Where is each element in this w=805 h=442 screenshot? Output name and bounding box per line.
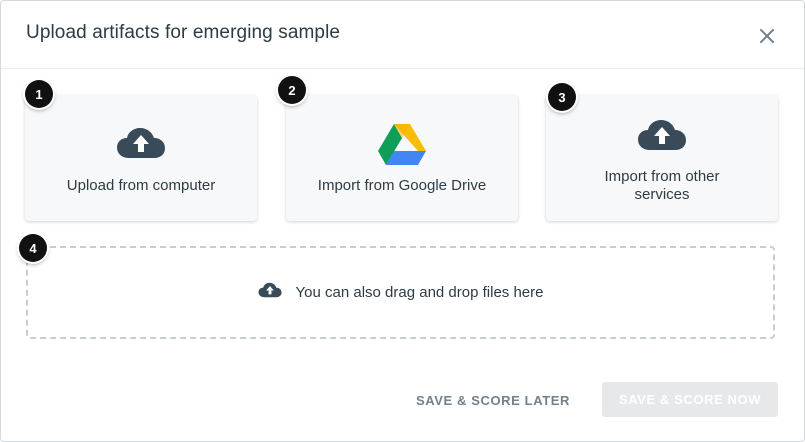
import-from-google-drive-card[interactable]: Import from Google Drive xyxy=(286,95,518,221)
close-icon[interactable] xyxy=(757,26,777,46)
dropzone-text: You can also drag and drop files here xyxy=(295,284,544,301)
modal-title: Upload artifacts for emerging sample xyxy=(26,22,341,43)
drag-and-drop-zone[interactable]: You can also drag and drop files here xyxy=(26,246,775,339)
import-from-other-services-label: Import from other services xyxy=(546,168,778,204)
label-line-2: services xyxy=(634,186,690,203)
step-badge-3: 3 xyxy=(548,83,576,111)
step-badge-4: 4 xyxy=(19,234,47,262)
label-line-1: Import from other xyxy=(604,168,720,185)
step-badge-2: 2 xyxy=(278,76,306,104)
upload-modal: Upload artifacts for emerging sample Upl… xyxy=(0,0,805,442)
save-and-score-later-button[interactable]: SAVE & SCORE LATER xyxy=(405,384,581,416)
cloud-upload-icon xyxy=(116,127,166,164)
upload-from-computer-label: Upload from computer xyxy=(66,177,216,194)
upload-from-computer-card[interactable]: Upload from computer xyxy=(25,95,257,221)
save-and-score-now-button[interactable]: SAVE & SCORE NOW xyxy=(602,382,778,417)
cloud-upload-icon xyxy=(637,119,687,156)
import-from-google-drive-label: Import from Google Drive xyxy=(317,177,487,194)
step-badge-1: 1 xyxy=(25,80,53,108)
google-drive-icon xyxy=(378,124,426,170)
cloud-upload-icon xyxy=(257,282,282,303)
import-from-other-services-card[interactable]: Import from other services xyxy=(546,95,778,221)
modal-header: Upload artifacts for emerging sample xyxy=(1,1,804,69)
